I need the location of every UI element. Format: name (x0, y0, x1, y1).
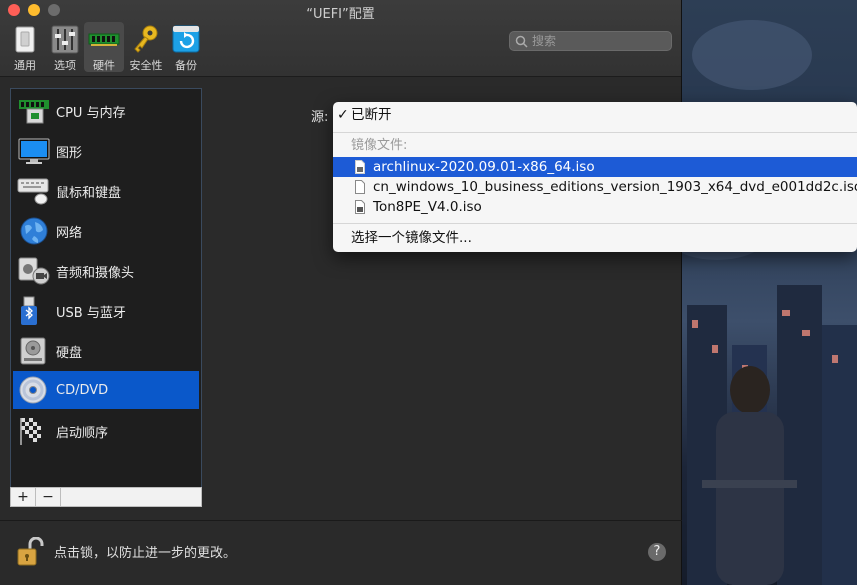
toolbar-backup-label: 备份 (175, 59, 197, 72)
lock-status-text: 点击锁，以防止进一步的更改。 (54, 546, 237, 561)
key-icon (134, 25, 158, 53)
sidebar-item-label: CPU 与内存 (56, 105, 126, 121)
search-input[interactable] (532, 32, 667, 50)
sidebar-item-label: 鼠标和键盘 (56, 185, 122, 201)
unlocked-padlock-icon[interactable] (16, 537, 44, 567)
menu-separator (333, 223, 857, 224)
titlebar: “UEFI”配置 通用 选项 硬件 安全性 备份 搜索 (0, 0, 681, 77)
menu-item-label: cn_windows_10_business_editions_version_… (373, 179, 857, 195)
window-title: “UEFI”配置 (306, 7, 375, 22)
hardware-sidebar: CPU 与内存 图形 鼠标和键盘 网络 音频和摄像头 USB 与蓝牙 硬盘 CD… (10, 88, 202, 488)
sidebar-item-label: CD/DVD (56, 382, 109, 398)
menu-item-label: 选择一个镜像文件... (351, 230, 472, 246)
sidebar-item-hard-disk[interactable]: 硬盘 (13, 332, 199, 370)
source-label: 源: (311, 110, 329, 125)
toolbar-options[interactable]: 选项 (45, 24, 85, 73)
menu-separator (333, 132, 857, 133)
menu-item-label: Ton8PE_V4.0.iso (373, 199, 482, 215)
toolbar-options-label: 选项 (54, 59, 76, 72)
checkmark-icon: ✓ (337, 107, 349, 123)
toolbar-security[interactable]: 安全性 (126, 24, 166, 73)
sidebar-item-cd-dvd[interactable]: CD/DVD (13, 371, 199, 409)
sidebar-item-cpu-memory[interactable]: CPU 与内存 (13, 92, 199, 130)
keyboard-mouse-icon (17, 178, 49, 205)
search-field[interactable] (509, 31, 672, 51)
cpu-memory-icon (19, 100, 49, 124)
disk-image-file-icon (355, 200, 365, 214)
toolbar-security-label: 安全性 (129, 59, 163, 72)
help-button[interactable]: ? (648, 543, 666, 561)
sliders-icon (51, 25, 79, 54)
globe-icon (20, 217, 48, 245)
footer-divider (0, 520, 682, 521)
usb-bluetooth-icon (21, 296, 37, 325)
add-device-button[interactable]: + (11, 488, 36, 506)
menu-item-iso-file[interactable]: cn_windows_10_business_editions_version_… (333, 177, 857, 197)
sidebar-item-keyboard-mouse[interactable]: 鼠标和键盘 (13, 172, 199, 210)
menu-item-label: 已断开 (351, 107, 392, 123)
switch-icon (15, 26, 35, 53)
sidebar-item-network[interactable]: 网络 (13, 212, 199, 250)
search-icon (515, 35, 528, 48)
monitor-icon (18, 138, 50, 164)
toolbar-hardware-label: 硬件 (93, 59, 115, 72)
menu-item-iso-file[interactable]: Ton8PE_V4.0.iso (333, 197, 857, 217)
sidebar-item-label: USB 与蓝牙 (56, 305, 126, 321)
desktop-wallpaper (682, 0, 857, 585)
toolbar-backup[interactable]: 备份 (166, 24, 206, 73)
toolbar-general-label: 通用 (14, 59, 36, 72)
person-illustration (702, 366, 797, 585)
sidebar-item-label: 硬盘 (56, 345, 83, 361)
cd-icon (19, 376, 47, 404)
sidebar-item-boot-order[interactable]: 启动顺序 (13, 412, 199, 450)
sidebar-item-label: 图形 (56, 145, 83, 161)
remove-device-button[interactable]: − (36, 488, 61, 506)
config-window: “UEFI”配置 通用 选项 硬件 安全性 备份 搜索 CPU 与内存 图形 鼠… (0, 0, 682, 585)
toolbar-hardware[interactable]: 硬件 (84, 22, 124, 72)
sidebar-item-label: 网络 (56, 225, 83, 241)
speaker-camera-icon (18, 257, 50, 285)
disk-image-file-icon (355, 160, 365, 174)
sidebar-item-audio-camera[interactable]: 音频和摄像头 (13, 252, 199, 290)
menu-item-disconnected[interactable]: ✓ 已断开 (333, 105, 857, 125)
memory-chip-icon (88, 33, 120, 46)
menu-section-header: 镜像文件: (333, 136, 857, 156)
menu-item-label: archlinux-2020.09.01-x86_64.iso (373, 159, 595, 175)
boot-order-icon (20, 418, 41, 445)
toolbar-general[interactable]: 通用 (5, 24, 45, 73)
backup-icon (172, 25, 200, 53)
sidebar-item-label: 音频和摄像头 (56, 265, 135, 281)
section-header-label: 镜像文件: (351, 138, 408, 153)
sidebar-item-usb-bluetooth[interactable]: USB 与蓝牙 (13, 292, 199, 330)
sidebar-item-graphics[interactable]: 图形 (13, 132, 199, 170)
menu-item-iso-file[interactable]: archlinux-2020.09.01-x86_64.iso (333, 157, 857, 177)
hard-disk-icon (20, 337, 46, 365)
source-dropdown-menu: ✓ 已断开 镜像文件: archlinux-2020.09.01-x86_64.… (333, 102, 857, 252)
menu-item-choose-image[interactable]: 选择一个镜像文件... (333, 228, 857, 248)
sidebar-item-label: 启动顺序 (56, 425, 109, 441)
sidebar-controls: + − (10, 487, 202, 507)
blank-file-icon (355, 180, 365, 194)
